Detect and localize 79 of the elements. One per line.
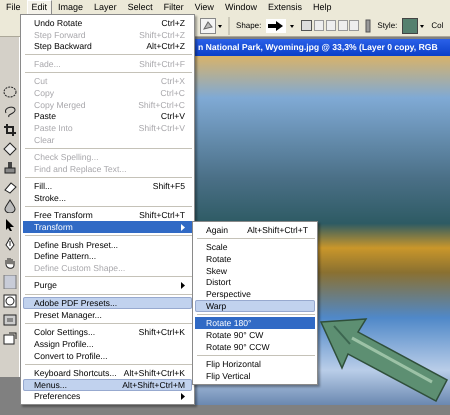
menu-item[interactable]: Rotate 180°	[195, 317, 315, 330]
menu-item[interactable]: Flip Horizontal	[195, 358, 315, 370]
menu-item[interactable]: Preset Manager...	[23, 308, 192, 320]
arrow-shape-icon	[266, 18, 296, 32]
menu-item[interactable]: Scale	[195, 241, 315, 254]
style-label: Style:	[377, 21, 398, 30]
shortcut-label: Shift+Ctrl+V	[138, 122, 185, 133]
menubar-item[interactable]: Layer	[89, 0, 122, 15]
menu-item[interactable]: Again Alt+Shift+Ctrl+T	[195, 224, 315, 236]
menu-item[interactable]: Adobe PDF Presets...	[23, 297, 192, 309]
menu-item[interactable]: Rotate 90° CCW	[195, 340, 315, 352]
menu-item[interactable]: Keyboard Shortcuts... Alt+Shift+Ctrl+K	[23, 367, 192, 379]
eraser-icon	[2, 180, 16, 194]
shape-preset-icon	[200, 18, 222, 34]
shortcut-label: Alt+Ctrl+Z	[146, 41, 185, 52]
menu-item[interactable]: Skew	[195, 264, 315, 277]
menubar-item[interactable]: View	[190, 0, 219, 15]
crop-icon	[2, 123, 16, 137]
menubar-item[interactable]: Filter	[158, 0, 189, 15]
menu-item[interactable]: Warp	[195, 300, 315, 312]
jump-to-icon	[2, 332, 16, 346]
style-swatch-icon	[402, 18, 426, 34]
shortcut-label: Alt+Shift+Ctrl+T	[247, 224, 308, 235]
document-title: n National Park, Wyoming.jpg @ 33,3% (Layer 0 copy, RGB	[195, 39, 450, 56]
stamp-icon	[2, 161, 16, 175]
ellipse-marquee-icon	[2, 85, 16, 99]
menubar-item[interactable]: File	[1, 0, 26, 15]
lasso-icon	[2, 104, 16, 118]
menu-item[interactable]: Define Pattern...	[23, 250, 192, 262]
submenu-arrow-icon	[181, 224, 185, 231]
hand-icon	[2, 256, 16, 270]
submenu-arrow-icon	[181, 282, 185, 289]
menubar-item[interactable]: Extensis	[262, 0, 307, 15]
menu-item[interactable]: Paste Ctrl+V	[23, 110, 192, 122]
menubar-item[interactable]: Help	[308, 0, 336, 15]
menu-item[interactable]: Assign Profile...	[23, 338, 192, 350]
menu-item[interactable]: Menus... Alt+Shift+Ctrl+M	[23, 378, 192, 391]
menu-item[interactable]: Purge	[23, 280, 192, 292]
shortcut-label: Alt+Shift+Ctrl+M	[122, 380, 185, 390]
menu-item[interactable]: Flip Vertical	[195, 370, 315, 382]
shortcut-label: Shift+Ctrl+F	[139, 58, 185, 69]
drop-icon	[2, 199, 16, 213]
shortcut-label: Ctrl+X	[160, 76, 185, 86]
shape-mode-icon	[301, 18, 360, 32]
shortcut-label: Shift+Ctrl+C	[138, 100, 185, 110]
shortcut-label: Ctrl+V	[160, 111, 185, 122]
submenu-arrow-icon	[181, 392, 185, 400]
pen-icon	[2, 237, 16, 251]
menubar-item[interactable]: Image	[53, 0, 88, 15]
diamond-icon	[2, 142, 16, 156]
menu-item[interactable]: Free Transform Shift+Ctrl+T	[23, 210, 192, 222]
shortcut-label: Shift+F5	[152, 181, 185, 192]
color-label: Col	[431, 21, 444, 30]
shortcut-label: Alt+Shift+Ctrl+K	[124, 368, 185, 378]
menu-item[interactable]: Rotate	[195, 253, 315, 265]
menu-item[interactable]: Fill... Shift+F5	[23, 180, 192, 192]
menubar-item[interactable]: Edit	[26, 0, 52, 15]
menu-item[interactable]: Preferences	[23, 390, 192, 402]
shortcut-label: Ctrl+Z	[161, 18, 185, 28]
menu-item[interactable]: Step Backward Alt+Ctrl+Z	[23, 40, 192, 52]
menu-item[interactable]: Convert to Profile...	[23, 350, 192, 362]
menu-item[interactable]: Undo Rotate Ctrl+Z	[23, 17, 192, 29]
color-swatch-icon	[2, 275, 16, 289]
menu-item[interactable]: Transform	[23, 221, 192, 233]
menu-item[interactable]: Define Brush Preset...	[23, 238, 192, 250]
menubar-item[interactable]: Select	[122, 0, 158, 15]
menu-item[interactable]: Stroke...	[23, 192, 192, 204]
menu-item[interactable]: Perspective	[195, 288, 315, 300]
shortcut-label: Shift+Ctrl+K	[138, 327, 185, 338]
shape-label: Shape:	[236, 21, 262, 30]
menu-item[interactable]: Color Settings... Shift+Ctrl+K	[23, 326, 192, 338]
menu-item[interactable]: Distort	[195, 276, 315, 288]
menubar-item[interactable]: Window	[220, 0, 262, 15]
screen-mode-icon	[2, 313, 16, 327]
shortcut-label: Ctrl+C	[160, 88, 185, 98]
shortcut-label: Shift+Ctrl+T	[139, 210, 185, 220]
menu-item[interactable]: Rotate 90° CW	[195, 329, 315, 341]
quick-mask-icon	[2, 294, 16, 308]
shortcut-label: Shift+Ctrl+Z	[139, 30, 185, 40]
